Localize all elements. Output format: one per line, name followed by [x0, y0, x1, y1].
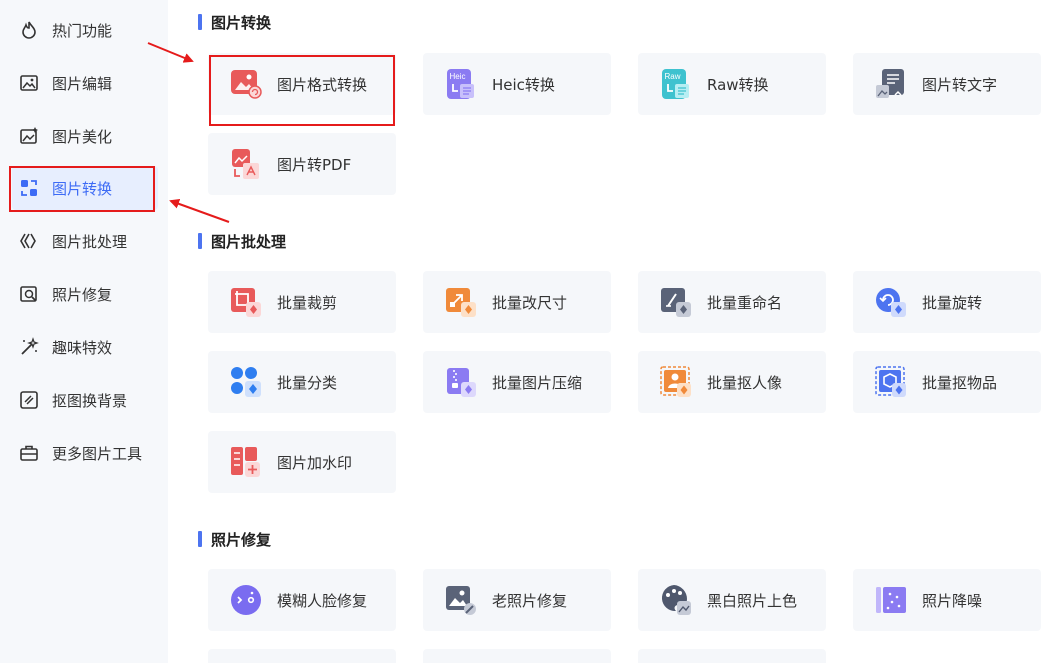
sidebar-item-label: 趣味特效 — [52, 338, 113, 357]
card-label: 图片转PDF — [277, 155, 352, 174]
portrait-cutout-icon — [658, 364, 694, 400]
sidebar-item-photo-repair[interactable]: 照片修复 — [12, 272, 158, 316]
sidebar-item-more-tools[interactable]: 更多图片工具 — [12, 431, 158, 475]
sidebar-item-label: 抠图换背景 — [52, 391, 128, 410]
card-label: Heic转换 — [492, 75, 555, 94]
cutout-icon — [18, 389, 40, 411]
card-label: 批量裁剪 — [277, 293, 338, 312]
heic-icon: Heic — [443, 66, 479, 102]
card-label: 图片加水印 — [277, 453, 353, 472]
card-image-format-convert[interactable]: 图片格式转换 — [208, 53, 396, 115]
image-to-pdf-icon — [228, 146, 264, 182]
sidebar-item-fun-effects[interactable]: 趣味特效 — [12, 325, 158, 369]
card-label: 照片降噪 — [922, 591, 983, 610]
card-label: 老照片修复 — [492, 591, 568, 610]
batch-icon — [18, 230, 40, 252]
card-partial[interactable] — [423, 649, 611, 663]
card-partial[interactable] — [208, 649, 396, 663]
card-label: 图片格式转换 — [277, 75, 368, 94]
card-blur-face-repair[interactable]: 模糊人脸修复 — [208, 569, 396, 631]
svg-text:Heic: Heic — [450, 72, 466, 81]
photo-repair-icon — [18, 283, 40, 305]
card-partial[interactable] — [638, 649, 826, 663]
sidebar-item-image-edit[interactable]: 图片编辑 — [12, 61, 158, 105]
svg-text:Raw: Raw — [665, 72, 681, 81]
card-label: 批量图片压缩 — [492, 373, 583, 392]
sidebar-item-label: 图片编辑 — [52, 74, 113, 93]
card-batch-portrait-cutout[interactable]: 批量抠人像 — [638, 351, 826, 413]
section-title-text: 图片批处理 — [211, 232, 287, 251]
card-label: 批量旋转 — [922, 293, 983, 312]
card-bw-colorize[interactable]: 黑白照片上色 — [638, 569, 826, 631]
card-label: 批量改尺寸 — [492, 293, 568, 312]
section-title-convert: 图片转换 — [198, 12, 271, 32]
sidebar-item-label: 更多图片工具 — [52, 444, 143, 463]
image-format-icon — [228, 66, 264, 102]
card-label: 批量分类 — [277, 373, 338, 392]
image-to-text-icon — [873, 66, 909, 102]
face-repair-icon — [228, 582, 264, 618]
section-title-batch: 图片批处理 — [198, 231, 286, 251]
sidebar-item-batch[interactable]: 图片批处理 — [12, 219, 158, 263]
classify-icon — [228, 364, 264, 400]
object-cutout-icon — [873, 364, 909, 400]
card-image-to-text[interactable]: 图片转文字 — [853, 53, 1041, 115]
card-batch-compress[interactable]: 批量图片压缩 — [423, 351, 611, 413]
card-add-watermark[interactable]: 图片加水印 — [208, 431, 396, 493]
card-image-to-pdf[interactable]: 图片转PDF — [208, 133, 396, 195]
card-raw-convert[interactable]: Raw Raw转换 — [638, 53, 826, 115]
card-label: 图片转文字 — [922, 75, 998, 94]
section-marker — [198, 531, 202, 547]
sidebar-item-image-convert[interactable]: 图片转换 — [12, 166, 158, 210]
card-batch-object-cutout[interactable]: 批量抠物品 — [853, 351, 1041, 413]
sidebar-item-label: 照片修复 — [52, 285, 113, 304]
section-title-text: 照片修复 — [211, 530, 272, 549]
card-label: Raw转换 — [707, 75, 769, 94]
compress-icon — [443, 364, 479, 400]
card-batch-rotate[interactable]: 批量旋转 — [853, 271, 1041, 333]
sidebar-item-image-beautify[interactable]: 图片美化 — [12, 114, 158, 158]
sidebar-item-cutout[interactable]: 抠图换背景 — [12, 378, 158, 422]
card-batch-rename[interactable]: 批量重命名 — [638, 271, 826, 333]
sidebar-item-label: 图片美化 — [52, 127, 113, 146]
card-label: 批量抠人像 — [707, 373, 783, 392]
magic-wand-icon — [18, 336, 40, 358]
card-batch-resize[interactable]: 批量改尺寸 — [423, 271, 611, 333]
denoise-icon — [873, 582, 909, 618]
section-marker — [198, 233, 202, 249]
card-label: 模糊人脸修复 — [277, 591, 368, 610]
card-batch-classify[interactable]: 批量分类 — [208, 351, 396, 413]
image-convert-icon — [18, 177, 40, 199]
resize-icon — [443, 284, 479, 320]
watermark-icon — [228, 444, 264, 480]
image-beautify-icon — [18, 125, 40, 147]
colorize-icon — [658, 582, 694, 618]
rename-icon — [658, 284, 694, 320]
card-photo-denoise[interactable]: 照片降噪 — [853, 569, 1041, 631]
card-label: 批量抠物品 — [922, 373, 998, 392]
card-label: 批量重命名 — [707, 293, 783, 312]
raw-icon: Raw — [658, 66, 694, 102]
sidebar: 热门功能 图片编辑 图片美化 图片转换 图片批处理 照片修复 趣味特效 抠图换背… — [0, 0, 168, 663]
sidebar-item-label: 图片批处理 — [52, 232, 128, 251]
section-marker — [198, 14, 202, 30]
toolbox-icon — [18, 442, 40, 464]
old-photo-icon — [443, 582, 479, 618]
crop-icon — [228, 284, 264, 320]
card-heic-convert[interactable]: Heic Heic转换 — [423, 53, 611, 115]
section-title-text: 图片转换 — [211, 13, 272, 32]
arrow-to-sidebar — [169, 199, 230, 223]
image-edit-icon — [18, 72, 40, 94]
sidebar-item-label: 图片转换 — [52, 179, 113, 198]
section-title-repair: 照片修复 — [198, 529, 271, 549]
sidebar-item-hot[interactable]: 热门功能 — [12, 8, 158, 52]
card-batch-crop[interactable]: 批量裁剪 — [208, 271, 396, 333]
flame-icon — [18, 19, 40, 41]
rotate-icon — [873, 284, 909, 320]
card-label: 黑白照片上色 — [707, 591, 798, 610]
sidebar-item-label: 热门功能 — [52, 21, 113, 40]
card-old-photo-repair[interactable]: 老照片修复 — [423, 569, 611, 631]
